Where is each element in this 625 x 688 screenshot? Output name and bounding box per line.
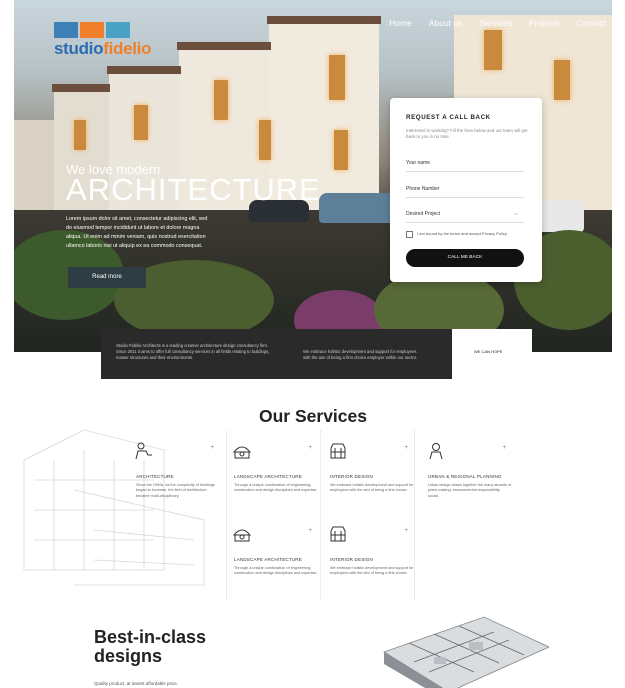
service-card-planning[interactable]: + URBAN & REGIONAL PLANNING Urban design…: [426, 442, 516, 516]
page: studiofidelio Home About us Services Pro…: [14, 0, 612, 688]
floorplan-3d-image: [383, 616, 549, 688]
window: [484, 30, 502, 70]
intro-strip: Studio Fidelio Architects is a leading c…: [101, 329, 452, 379]
consent-checkbox[interactable]: [406, 231, 413, 238]
service-desc: We embrace holistic development and supp…: [330, 483, 414, 493]
logo-part1: studio: [54, 39, 104, 58]
consent-label: I am bound by the terms and accept Priva…: [417, 231, 507, 236]
logo-block: [106, 22, 130, 38]
callback-form: REQUEST A CALL BACK Interested in workin…: [390, 98, 542, 282]
service-title: LANDSCAPE ARCHITECTURE: [234, 474, 302, 479]
landscape-icon: [232, 446, 252, 459]
expand-icon[interactable]: +: [210, 445, 214, 451]
logo-part2: fidelio: [103, 39, 152, 58]
project-select[interactable]: Desired Project ⌵: [406, 211, 524, 223]
brand-logo[interactable]: studiofidelio: [54, 22, 151, 59]
logo-block: [54, 22, 78, 38]
nav-contact[interactable]: Contact: [577, 18, 606, 28]
service-title: URBAN & REGIONAL PLANNING: [428, 474, 502, 479]
roof: [107, 66, 181, 74]
service-desc: Since the 1990s, as the complexity of bu…: [136, 483, 215, 498]
hero-headline: ARCHITECTURE: [66, 172, 321, 207]
service-desc: Through a unique combination of engineer…: [234, 566, 318, 576]
phone-field[interactable]: Phone Number: [406, 186, 524, 198]
window: [329, 55, 345, 100]
landscape-icon: [232, 529, 252, 542]
intro-side-panel: WE CAN HOPE: [452, 329, 532, 379]
best-in-class-subtitle: Quality product, at lowest affordable pr…: [94, 681, 178, 686]
project-select-value: Desired Project: [406, 211, 441, 217]
expand-icon[interactable]: +: [308, 445, 312, 451]
nav-about[interactable]: About us: [429, 18, 463, 28]
logo-mark: [54, 22, 151, 38]
window: [334, 130, 348, 170]
intro-text-2: We embrace holistic development and supp…: [303, 349, 418, 360]
roof: [52, 84, 110, 92]
building: [14, 120, 54, 210]
name-field[interactable]: Your name: [406, 160, 524, 172]
service-card-landscape[interactable]: + LANDSCAPE ARCHITECTURE Through a uniqu…: [232, 442, 322, 516]
expand-icon[interactable]: +: [502, 445, 506, 451]
nav-home[interactable]: Home: [389, 18, 412, 28]
hero-text-line: ullamco laboris nisi ut aliquip ex ea co…: [66, 243, 203, 249]
hero-text-line: Lorem ipsum dolor sit amet, consectetur …: [66, 216, 208, 222]
divider: [226, 430, 227, 600]
window: [134, 105, 148, 140]
expand-icon[interactable]: +: [308, 528, 312, 534]
service-title: ARCHITECTURE: [136, 474, 174, 479]
service-title: INTERIOR DESIGN: [330, 474, 374, 479]
service-desc: Through a unique combination of engineer…: [234, 483, 318, 493]
roof: [177, 42, 271, 50]
logo-block: [80, 22, 104, 38]
service-desc: Urban design draws together the many str…: [428, 483, 512, 498]
main-nav: Home About us Services Projects Contact: [389, 18, 606, 28]
service-card-interior-2[interactable]: + INTERIOR DESIGN We embrace holistic de…: [328, 525, 418, 599]
interior-icon: [330, 526, 346, 542]
architect-icon: [135, 442, 152, 460]
window: [554, 60, 570, 100]
read-more-button[interactable]: Read more: [68, 267, 146, 288]
expand-icon[interactable]: +: [404, 528, 408, 534]
logo-wordmark: studiofidelio: [54, 39, 151, 59]
hero-text-line: aliqua. Ut enim ad minim veniam, quis no…: [66, 234, 206, 240]
expand-icon[interactable]: +: [404, 445, 408, 451]
roof: [267, 16, 381, 24]
best-in-class-title: Best-in-class designs: [94, 627, 207, 666]
service-card-interior[interactable]: + INTERIOR DESIGN We embrace holistic de…: [328, 442, 418, 516]
car: [319, 193, 397, 223]
service-title: LANDSCAPE ARCHITECTURE: [234, 557, 302, 562]
chevron-down-icon: ⌵: [514, 211, 518, 217]
service-card-architecture[interactable]: + ARCHITECTURE Since the 1990s, as the c…: [134, 442, 224, 516]
hero-section: studiofidelio Home About us Services Pro…: [14, 0, 612, 352]
service-desc: We embrace holistic development and supp…: [330, 566, 414, 576]
call-me-back-button[interactable]: CALL ME BACK: [406, 249, 524, 267]
window: [259, 120, 271, 160]
car: [539, 200, 584, 232]
nav-projects[interactable]: Projects: [529, 18, 560, 28]
interior-icon: [330, 443, 346, 459]
form-subtitle: Interested in working? Fill the form bel…: [406, 128, 528, 139]
nav-services[interactable]: Services: [479, 18, 512, 28]
window: [74, 120, 86, 150]
hero-text-line: do eiusmod tempor incididunt ut labore e…: [66, 225, 200, 231]
window: [214, 80, 228, 120]
service-title: INTERIOR DESIGN: [330, 557, 374, 562]
service-card-landscape-2[interactable]: + LANDSCAPE ARCHITECTURE Through a uniqu…: [232, 525, 322, 599]
form-title: REQUEST A CALL BACK: [406, 114, 491, 121]
intro-side-label[interactable]: WE CAN HOPE: [474, 349, 502, 354]
intro-text: Studio Fidelio Architects is a leading c…: [116, 343, 270, 360]
planning-icon: [429, 443, 443, 460]
